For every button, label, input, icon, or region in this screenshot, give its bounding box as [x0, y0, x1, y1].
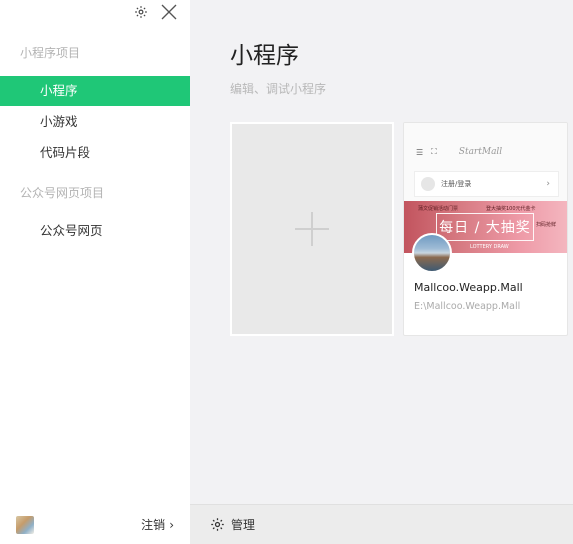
preview-toolbar: ☰ ⛶ StartMall [416, 147, 502, 157]
sidebar-item-miniprogram[interactable]: 小程序 [0, 76, 190, 106]
section-label-official-account-projects: 公众号网页项目 [20, 186, 105, 200]
sidebar-footer: 注销 › [0, 504, 190, 544]
logout-button[interactable]: 注销 › [141, 516, 174, 533]
page-subtitle: 编辑、调试小程序 [230, 82, 327, 96]
sidebar-item-official-account-web[interactable]: 公众号网页 [0, 216, 190, 246]
project-card[interactable]: ☰ ⛶ StartMall 注册/登录 › 蒲文促销活动门票 登大抽奖100元代… [403, 122, 568, 336]
logout-label: 注销 [141, 518, 166, 532]
add-project-button[interactable] [230, 122, 394, 336]
project-path: E:\Mallcoo.Weapp.Mall [414, 301, 521, 312]
sidebar-item-code-snippets[interactable]: 代码片段 [0, 138, 190, 168]
banner-sub-text: LOTTERY DRAW [470, 244, 509, 250]
gear-icon [211, 518, 224, 531]
user-icon [421, 177, 435, 191]
preview-login-text: 注册/登录 [441, 180, 472, 188]
preview-login-row: 注册/登录 › [414, 171, 559, 197]
page-title: 小程序 [230, 43, 299, 69]
avatar[interactable] [16, 516, 34, 534]
gear-icon[interactable] [132, 3, 150, 21]
preview-logo: StartMall [458, 147, 503, 157]
window-controls [132, 3, 178, 21]
banner-mid-text: 登大抽奖100元代金卡 [486, 206, 536, 212]
close-icon[interactable] [160, 3, 178, 21]
scan-icon: ⛶ [431, 147, 437, 156]
bottom-bar: 管理 [190, 504, 573, 544]
banner-left-text: 蒲文促销活动门票 [418, 206, 459, 212]
sidebar-item-minigame[interactable]: 小游戏 [0, 107, 190, 137]
project-name: Mallcoo.Weapp.Mall [414, 281, 523, 294]
banner-right-text: 扫码抢鲜 [536, 222, 557, 228]
chevron-right-icon: › [169, 517, 174, 532]
chevron-right-icon: › [546, 179, 550, 189]
manage-button[interactable]: 管理 [210, 516, 255, 533]
project-avatar [412, 233, 452, 273]
menu-icon: ☰ [416, 147, 424, 157]
banner-main-text: 每日 / 大抽奖 [436, 213, 534, 241]
main-panel: 小程序 编辑、调试小程序 ☰ ⛶ StartMall 注册/登录 › 蒲文促销活… [190, 0, 573, 544]
sidebar: 小程序项目 小程序 小游戏 代码片段 公众号网页项目 公众号网页 注销 › [0, 0, 190, 544]
plus-icon [295, 212, 329, 246]
manage-label: 管理 [231, 518, 256, 532]
section-label-miniprogram-projects: 小程序项目 [20, 46, 81, 60]
